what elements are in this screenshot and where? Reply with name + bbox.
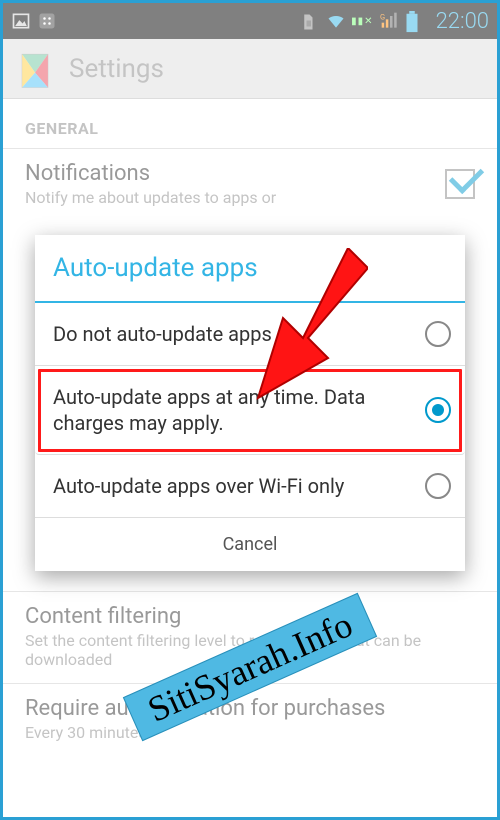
cancel-button[interactable]: Cancel — [35, 518, 465, 571]
radio-icon[interactable] — [425, 397, 451, 423]
wifi-icon — [325, 11, 345, 31]
signal-icon: G — [380, 11, 400, 31]
battery-icon — [406, 11, 426, 31]
setting-subtitle: Every 30 minutes — [25, 723, 475, 742]
option-auto-update-any-time[interactable]: Auto-update apps at any time. Data charg… — [35, 366, 465, 455]
status-right: ▮▮✕ G 22:00 — [299, 9, 489, 34]
bbm-icon — [37, 11, 57, 31]
radio-icon[interactable] — [425, 321, 451, 347]
action-bar: Settings — [3, 39, 497, 99]
auto-update-dialog: Auto-update apps Do not auto-update apps… — [35, 235, 465, 571]
option-label: Do not auto-update apps — [53, 321, 272, 347]
option-auto-update-wifi-only[interactable]: Auto-update apps over Wi-Fi only — [35, 455, 465, 518]
page-title: Settings — [69, 54, 164, 84]
play-store-icon[interactable] — [13, 47, 57, 91]
setting-notifications[interactable]: Notifications Notify me about updates to… — [3, 148, 497, 221]
svg-text:G: G — [380, 12, 385, 21]
option-do-not-auto-update[interactable]: Do not auto-update apps — [35, 303, 465, 366]
option-label: Auto-update apps over Wi-Fi only — [53, 473, 344, 499]
setting-subtitle: Notify me about updates to apps or — [25, 188, 276, 207]
status-bar: ▮▮✕ G 22:00 — [3, 3, 497, 39]
setting-title: Require authentication for purchases — [25, 696, 475, 721]
setting-title: Notifications — [25, 161, 276, 186]
setting-title: Content filtering — [25, 604, 475, 629]
notifications-checkbox[interactable] — [445, 169, 475, 199]
status-left — [11, 11, 57, 31]
status-time: 22:00 — [436, 9, 489, 34]
option-label: Auto-update apps at any time. Data charg… — [53, 384, 415, 436]
image-icon — [11, 11, 31, 31]
sim-icon — [299, 11, 319, 31]
radio-icon[interactable] — [425, 473, 451, 499]
setting-subtitle: Set the content filtering level to restr… — [25, 631, 475, 669]
setting-content-filtering[interactable]: Content filtering Set the content filter… — [3, 591, 497, 683]
section-general: GENERAL — [3, 99, 497, 148]
setting-require-auth[interactable]: Require authentication for purchases Eve… — [3, 683, 497, 756]
data-indicator-icon: ▮▮✕ — [351, 16, 373, 27]
dialog-title: Auto-update apps — [35, 235, 465, 303]
